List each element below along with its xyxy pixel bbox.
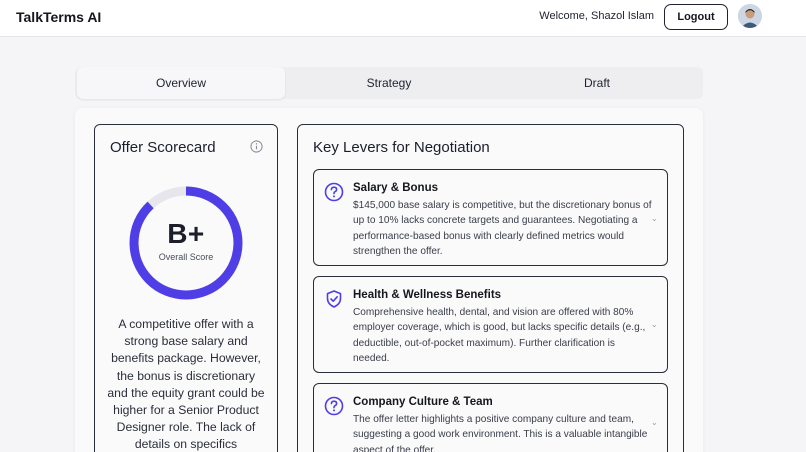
lever-title: Company Culture & Team <box>353 396 493 408</box>
chevron-down-icon: ⌄ <box>651 320 658 329</box>
lever-health-wellness[interactable]: Health & Wellness Benefits Comprehensive… <box>313 276 668 373</box>
welcome-text: Welcome, Shazol Islam <box>539 10 654 22</box>
overall-grade: B+ <box>167 218 205 249</box>
user-avatar-icon <box>738 4 762 28</box>
tab-strategy[interactable]: Strategy <box>285 67 493 99</box>
chevron-down-icon: ⌄ <box>651 214 658 223</box>
lever-salary-bonus[interactable]: Salary & Bonus $145,000 base salary is c… <box>313 169 668 266</box>
question-circle-icon <box>324 182 344 202</box>
key-levers-title: Key Levers for Negotiation <box>313 139 490 156</box>
tab-bar: Overview Strategy Draft <box>75 67 703 99</box>
lever-title: Salary & Bonus <box>353 182 438 194</box>
info-icon[interactable] <box>250 140 263 153</box>
brand-name[interactable]: TalkTerms AI <box>16 9 101 25</box>
lever-description: The offer letter highlights a positive c… <box>353 414 648 452</box>
logout-button[interactable]: Logout <box>664 4 728 30</box>
lever-company-culture[interactable]: Company Culture & Team The offer letter … <box>313 383 668 452</box>
tab-overview[interactable]: Overview <box>77 67 285 99</box>
top-bar: TalkTerms AI Welcome, Shazol Islam Logou… <box>0 0 806 37</box>
overall-score-caption: Overall Score <box>158 252 214 262</box>
scorecard-title: Offer Scorecard <box>110 139 216 156</box>
tab-draft[interactable]: Draft <box>493 67 701 99</box>
shield-check-icon <box>326 290 342 308</box>
scorecard-summary: A competitive offer with a strong base s… <box>107 317 265 452</box>
lever-title: Health & Wellness Benefits <box>353 289 502 301</box>
avatar[interactable] <box>738 4 762 28</box>
lever-description: $145,000 base salary is competitive, but… <box>353 200 652 258</box>
chevron-down-icon: ⌄ <box>651 418 658 427</box>
lever-description: Comprehensive health, dental, and vision… <box>353 307 646 365</box>
question-circle-icon <box>324 396 344 416</box>
